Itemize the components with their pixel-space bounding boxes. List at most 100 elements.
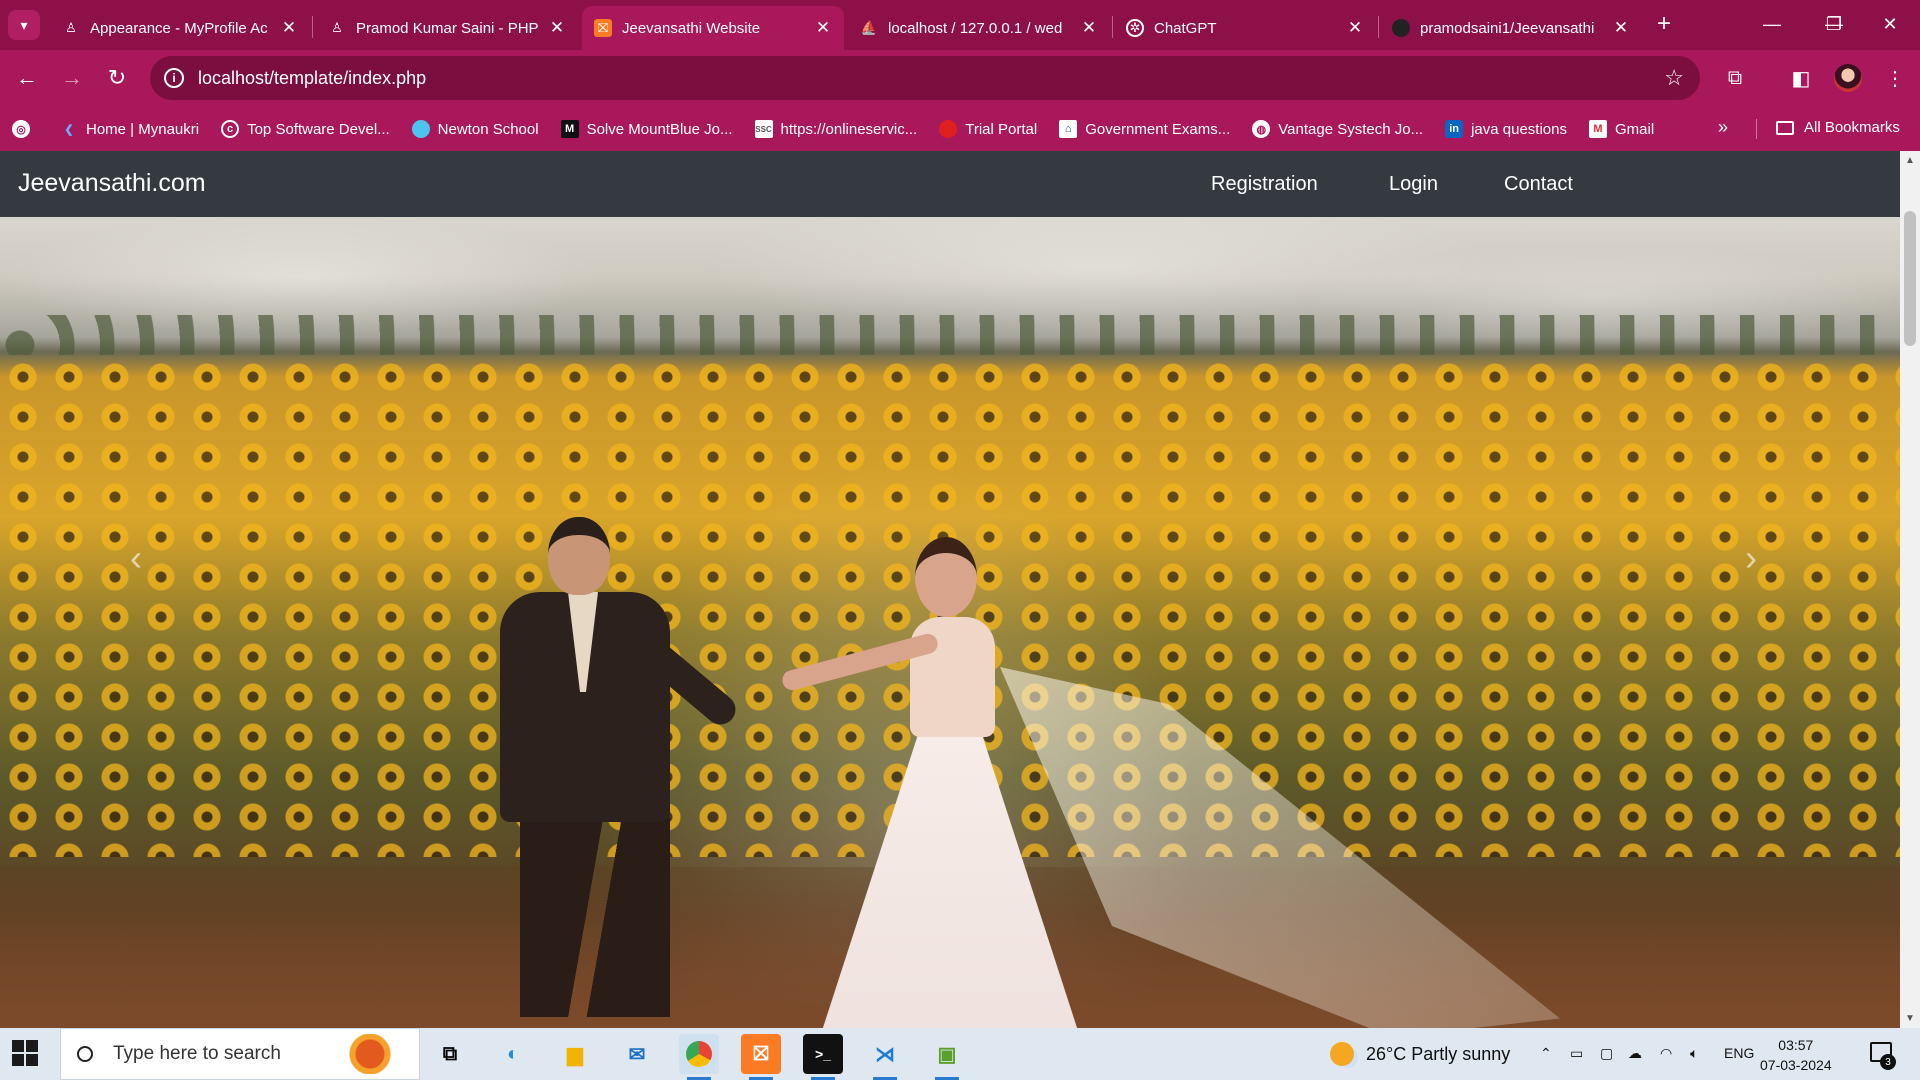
windows-start-icon[interactable] — [12, 1040, 38, 1066]
cloud-icon[interactable]: ☁ — [1628, 1045, 1642, 1062]
bookmarks-bar: ◎ ❮ Home | Mynaukri c Top Software Devel..… — [0, 107, 1920, 151]
vscode-icon[interactable]: ⋊ — [865, 1034, 905, 1080]
chrome-icon[interactable] — [679, 1034, 719, 1080]
close-icon[interactable]: ✕ — [1612, 18, 1630, 38]
menu-icon[interactable]: ⋮ — [1880, 63, 1910, 93]
chevron-up-icon[interactable]: ⌃ — [1540, 1045, 1552, 1062]
app-icon[interactable]: ▣ — [927, 1034, 967, 1080]
info-icon[interactable]: i — [164, 68, 184, 88]
bookmark-item[interactable]: SSC https://onlineservic... — [754, 120, 917, 138]
tab[interactable]: ♙ Appearance - MyProfile Ac ✕ — [50, 6, 310, 50]
all-bookmarks-button[interactable]: All Bookmarks — [1776, 119, 1900, 136]
wifi-icon[interactable]: ◠ — [1660, 1045, 1672, 1062]
nav-registration[interactable]: Registration — [1211, 173, 1318, 196]
scrollbar-thumb[interactable] — [1904, 211, 1916, 346]
folder-icon — [1776, 120, 1794, 135]
address-bar[interactable]: i localhost/template/index.php ☆ — [150, 56, 1700, 100]
bookmark-item[interactable]: Newton School — [411, 120, 539, 138]
terminal-icon[interactable]: >_ — [803, 1034, 843, 1080]
gmail-icon: M — [1588, 120, 1607, 138]
weather-widget[interactable]: 26°C Partly sunny — [1330, 1042, 1510, 1066]
nav-contact[interactable]: Contact — [1504, 173, 1573, 196]
browser-toolbar: ← → ↻ i localhost/template/index.php ☆ ⧉… — [0, 50, 1920, 107]
page-scrollbar[interactable]: ▲ ▼ — [1900, 151, 1920, 1028]
tab[interactable]: pramodsaini1/Jeevansathi ✕ — [1380, 6, 1642, 50]
newton-icon — [411, 120, 430, 138]
extensions-icon[interactable]: ⧉ — [1720, 63, 1750, 93]
close-icon[interactable]: ✕ — [1080, 18, 1098, 38]
site-navbar: Jeevansathi.com Registration Login Conta… — [0, 151, 1900, 217]
minimize-button[interactable]: — — [1752, 8, 1792, 40]
carousel-next-icon[interactable]: › — [1745, 537, 1757, 579]
search-highlight-icon — [330, 1034, 410, 1074]
bookmark-star-icon[interactable]: ☆ — [1664, 65, 1684, 91]
language-indicator[interactable]: ENG — [1724, 1045, 1754, 1061]
site-brand[interactable]: Jeevansathi.com — [18, 169, 206, 198]
nav-login[interactable]: Login — [1389, 173, 1438, 196]
xampp-icon[interactable]: ⛝ — [741, 1034, 781, 1080]
bookmark-item[interactable]: Trial Portal — [939, 120, 1037, 138]
notification-count: 3 — [1880, 1054, 1896, 1070]
close-icon[interactable]: ✕ — [814, 18, 832, 38]
search-icon — [77, 1046, 93, 1062]
battery-icon[interactable]: ▭ — [1570, 1045, 1583, 1062]
task-view-icon[interactable]: ⧉ — [430, 1034, 470, 1074]
groom-figure — [480, 517, 742, 1017]
bride-figure — [780, 537, 1560, 1028]
carousel-prev-icon[interactable]: ‹ — [130, 537, 142, 579]
reload-button[interactable]: ↻ — [102, 63, 132, 93]
avatar[interactable] — [1834, 64, 1862, 92]
bookmark-item[interactable]: M Solve MountBlue Jo... — [560, 120, 733, 138]
file-explorer-icon[interactable]: ▆ — [555, 1034, 595, 1074]
tab-title: Pramod Kumar Saini - PHP — [356, 19, 539, 37]
tab[interactable]: ✲ ChatGPT ✕ — [1114, 6, 1376, 50]
tab-title: Appearance - MyProfile Ac — [90, 19, 268, 37]
bookmark-item[interactable]: ❮ Home | Mynaukri — [60, 120, 199, 138]
close-icon[interactable]: ✕ — [548, 18, 566, 38]
chevron-down-icon: ▾ — [20, 16, 28, 33]
linkedin-icon: in — [1445, 120, 1464, 138]
github-icon — [1392, 19, 1410, 37]
scroll-down-icon[interactable]: ▼ — [1905, 1013, 1915, 1024]
phpmyadmin-icon: ⛵ — [860, 20, 878, 35]
bookmark-item[interactable]: in java questions — [1445, 120, 1567, 138]
tab-search-button[interactable]: ▾ — [8, 10, 40, 40]
mountblue-icon: M — [560, 120, 579, 138]
site-icon: c — [221, 120, 240, 138]
hero-carousel-image: ‹ › — [0, 217, 1900, 1028]
url-text[interactable]: localhost/template/index.php — [198, 68, 426, 89]
windows-taskbar: Type here to search ⧉ ◐ ▆ ✉ ⛝ >_ ⋊ ▣ 26°… — [0, 1028, 1920, 1080]
bookmark-item[interactable]: ◎ — [12, 120, 38, 138]
close-window-button[interactable]: ✕ — [1870, 8, 1910, 40]
bookmark-item[interactable]: ⌂ Government Exams... — [1059, 120, 1230, 138]
device-icon[interactable]: ▢ — [1600, 1045, 1613, 1062]
tab-strip: ▾ ♙ Appearance - MyProfile Ac ✕ ♙ Pramod… — [0, 0, 1920, 50]
side-panel-icon[interactable]: ◧ — [1786, 63, 1816, 93]
clock[interactable]: 03:57 07-03-2024 — [1760, 1035, 1832, 1075]
close-icon[interactable]: ✕ — [280, 18, 298, 38]
bookmark-item[interactable]: ◍ Vantage Systech Jo... — [1252, 120, 1423, 138]
chrome-icon: ◎ — [12, 120, 30, 138]
chevron-double-right-icon[interactable]: » — [1718, 117, 1728, 138]
tab[interactable]: ⛵ localhost / 127.0.0.1 / wed ✕ — [848, 6, 1110, 50]
back-button[interactable]: ← — [12, 63, 42, 93]
profile-icon: ♙ — [65, 20, 77, 35]
restore-button[interactable]: ❐ — [1814, 8, 1854, 40]
chatgpt-icon: ✲ — [1126, 19, 1144, 37]
tab-active[interactable]: ⛝ Jeevansathi Website ✕ — [582, 6, 844, 50]
edge-icon[interactable]: ◐ — [493, 1034, 533, 1074]
bookmark-item[interactable]: M Gmail — [1588, 120, 1654, 138]
new-tab-button[interactable]: + — [1650, 10, 1678, 38]
globe-icon: ◍ — [1252, 120, 1271, 138]
scroll-up-icon[interactable]: ▲ — [1905, 155, 1915, 166]
xampp-icon: ⛝ — [594, 19, 612, 37]
mail-icon[interactable]: ✉ — [617, 1034, 657, 1074]
profile-icon: ♙ — [331, 20, 343, 35]
volume-icon[interactable]: 🔈︎ — [1690, 1045, 1698, 1062]
mynaukri-icon: ❮ — [64, 123, 74, 136]
close-icon[interactable]: ✕ — [1346, 18, 1364, 38]
bookmark-item[interactable]: c Top Software Devel... — [221, 120, 390, 138]
trial-icon — [939, 120, 958, 138]
forward-button[interactable]: → — [57, 63, 87, 93]
tab[interactable]: ♙ Pramod Kumar Saini - PHP ✕ — [316, 6, 578, 50]
